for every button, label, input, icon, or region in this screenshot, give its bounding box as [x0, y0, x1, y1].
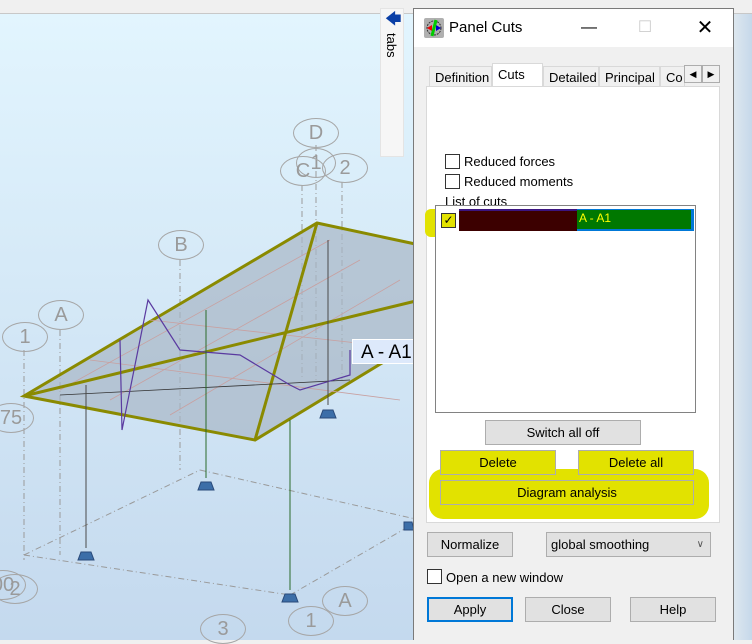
grid-line	[23, 554, 291, 596]
tab-detailed[interactable]: Detailed	[543, 66, 599, 88]
cut-selection: A - A1	[577, 209, 694, 231]
grid-label: D	[293, 118, 339, 148]
grid-line	[199, 469, 421, 521]
grid-label: A	[322, 586, 368, 616]
slab-panel	[19, 221, 422, 442]
tabs-label: tabs	[384, 33, 399, 58]
background-window-edge	[734, 14, 752, 640]
panel-cuts-dialog: Panel Cuts — ☐ ✕ Definition Cuts Detaile…	[413, 8, 734, 640]
title-bar[interactable]: Panel Cuts — ☐ ✕	[414, 9, 733, 47]
maximize-button: ☐	[637, 19, 653, 36]
reduced-forces-label: Reduced forces	[464, 154, 556, 169]
apply-button[interactable]: Apply	[427, 597, 513, 622]
support-icon	[77, 551, 95, 561]
cut-label: A - A1	[352, 339, 414, 364]
support-icon	[281, 593, 299, 603]
panel-cuts-app-icon	[424, 18, 444, 38]
tab-scroll-left-button[interactable]: ◀	[684, 65, 702, 83]
smoothing-select[interactable]: global smoothing ∨	[546, 532, 711, 557]
grid-label: A	[38, 300, 84, 330]
cuts-list[interactable]: ✓ A - A1	[435, 205, 696, 413]
open-new-window-checkbox[interactable]	[427, 569, 442, 584]
close-window-button[interactable]: ✕	[690, 15, 720, 41]
grid-line	[23, 469, 201, 556]
chevron-down-icon: ∨	[696, 539, 704, 550]
grid-label: 2	[322, 153, 368, 183]
reduced-forces-checkbox[interactable]	[445, 154, 460, 169]
grid-label: C	[280, 156, 326, 186]
tab-scroll-right-button[interactable]: ▶	[702, 65, 720, 83]
delete-button[interactable]: Delete	[440, 450, 556, 475]
switch-all-off-button[interactable]: Switch all off	[485, 420, 641, 445]
list-item[interactable]: ✓ A - A1	[438, 208, 694, 232]
arrow-left-icon[interactable]: 🡄	[385, 12, 402, 28]
tab-definition[interactable]: Definition	[429, 66, 492, 88]
close-button[interactable]: Close	[525, 597, 611, 622]
open-new-window-label: Open a new window	[446, 570, 564, 585]
help-button[interactable]: Help	[630, 597, 716, 622]
diagram-analysis-button[interactable]: Diagram analysis	[440, 480, 694, 505]
cut-checkbox[interactable]: ✓	[441, 213, 456, 228]
grid-label: 1	[2, 322, 48, 352]
dialog-title: Panel Cuts	[449, 19, 523, 36]
cut-color-swatch	[459, 209, 577, 231]
tabs-sidebar[interactable]: 🡄 tabs	[380, 8, 404, 157]
reduced-moments-checkbox[interactable]	[445, 174, 460, 189]
reduced-moments-label: Reduced moments	[464, 174, 574, 189]
grid-label: B	[158, 230, 204, 260]
support-icon	[197, 481, 215, 491]
normalize-button[interactable]: Normalize	[427, 532, 513, 557]
smoothing-value: global smoothing	[551, 537, 650, 552]
delete-all-button[interactable]: Delete all	[578, 450, 694, 475]
grid-line	[289, 519, 421, 596]
tab-principal[interactable]: Principal	[599, 66, 660, 88]
cut-name: A - A1	[579, 211, 612, 225]
tab-more[interactable]: Co	[660, 66, 685, 88]
support-icon	[319, 409, 337, 419]
minimize-button[interactable]: —	[574, 15, 604, 41]
